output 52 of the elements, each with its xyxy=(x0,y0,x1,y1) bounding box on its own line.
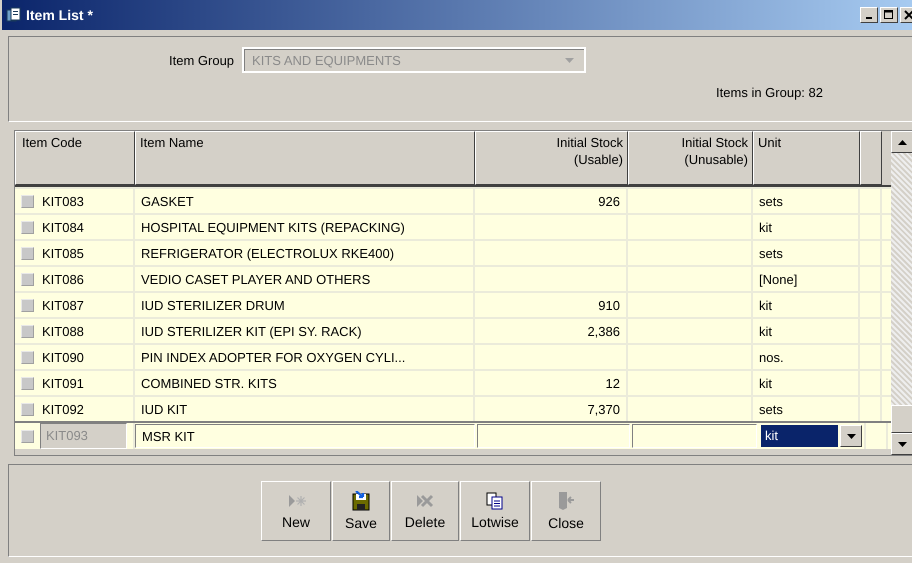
row-selector[interactable] xyxy=(21,430,34,442)
scroll-thumb[interactable] xyxy=(891,405,912,433)
row-selector[interactable] xyxy=(21,194,34,208)
item-code-cell-text: KIT085 xyxy=(41,246,85,260)
row-selector[interactable] xyxy=(21,350,34,364)
item-code-cell-text: KIT092 xyxy=(41,402,85,416)
row-selector[interactable] xyxy=(21,402,34,416)
row-selector[interactable] xyxy=(21,298,34,312)
row-selector[interactable] xyxy=(21,376,34,390)
item-code-cell-text: KIT091 xyxy=(41,376,85,390)
item-code-cell: KIT093 xyxy=(40,423,127,449)
item-code-cell-text: KIT087 xyxy=(41,298,85,312)
column-header[interactable]: Initial Stock (Unusable) xyxy=(628,131,753,185)
documents-icon xyxy=(486,492,504,510)
row-selector[interactable] xyxy=(21,220,34,234)
column-header[interactable]: Unit xyxy=(753,131,860,185)
exit-door-icon xyxy=(557,490,575,510)
toolbar-button[interactable]: Save xyxy=(332,480,390,540)
item-code-cell-text: KIT088 xyxy=(41,324,85,338)
column-header[interactable]: Item Code xyxy=(15,131,135,185)
close-icon xyxy=(904,10,912,20)
up-arrow-icon xyxy=(898,140,906,144)
save-icon xyxy=(352,490,370,510)
maximize-icon xyxy=(884,10,894,20)
down-arrow-icon xyxy=(898,442,906,446)
item-code-cell-text: KIT086 xyxy=(41,272,85,286)
row-selector[interactable] xyxy=(21,324,34,338)
maximize-button[interactable] xyxy=(880,7,898,23)
row-selector[interactable] xyxy=(21,272,34,286)
unit-dropdown[interactable]: kit xyxy=(761,425,838,447)
scroll-up-button[interactable] xyxy=(891,131,912,153)
caret-icon xyxy=(565,58,574,62)
column-header[interactable]: Initial Stock (Usable) xyxy=(475,131,628,185)
unusable-stock-cell[interactable] xyxy=(632,424,757,448)
items-count: Items in Group: 82 xyxy=(716,85,823,100)
column-header[interactable]: Item Name xyxy=(135,131,475,185)
item-code-cell-text: KIT083 xyxy=(41,194,85,208)
dropdown-button[interactable] xyxy=(840,425,862,447)
item-group-label: Item Group xyxy=(169,52,234,68)
item-name-cell[interactable]: MSR KIT xyxy=(135,424,475,448)
caret-icon xyxy=(846,434,856,438)
window-title: Item List * xyxy=(26,7,94,23)
item-code-cell-text: KIT084 xyxy=(41,220,85,234)
row-selector[interactable] xyxy=(21,246,34,260)
minimize-icon xyxy=(866,17,872,19)
toolbar-button[interactable]: Lotwise xyxy=(460,480,530,540)
window-icon xyxy=(6,7,22,23)
scroll-down-button[interactable] xyxy=(891,433,912,455)
vertical-scrollbar[interactable] xyxy=(891,131,912,455)
item-code-cell-text: KIT090 xyxy=(41,350,85,364)
minimize-button[interactable] xyxy=(860,7,878,23)
usable-stock-cell[interactable] xyxy=(477,424,630,448)
